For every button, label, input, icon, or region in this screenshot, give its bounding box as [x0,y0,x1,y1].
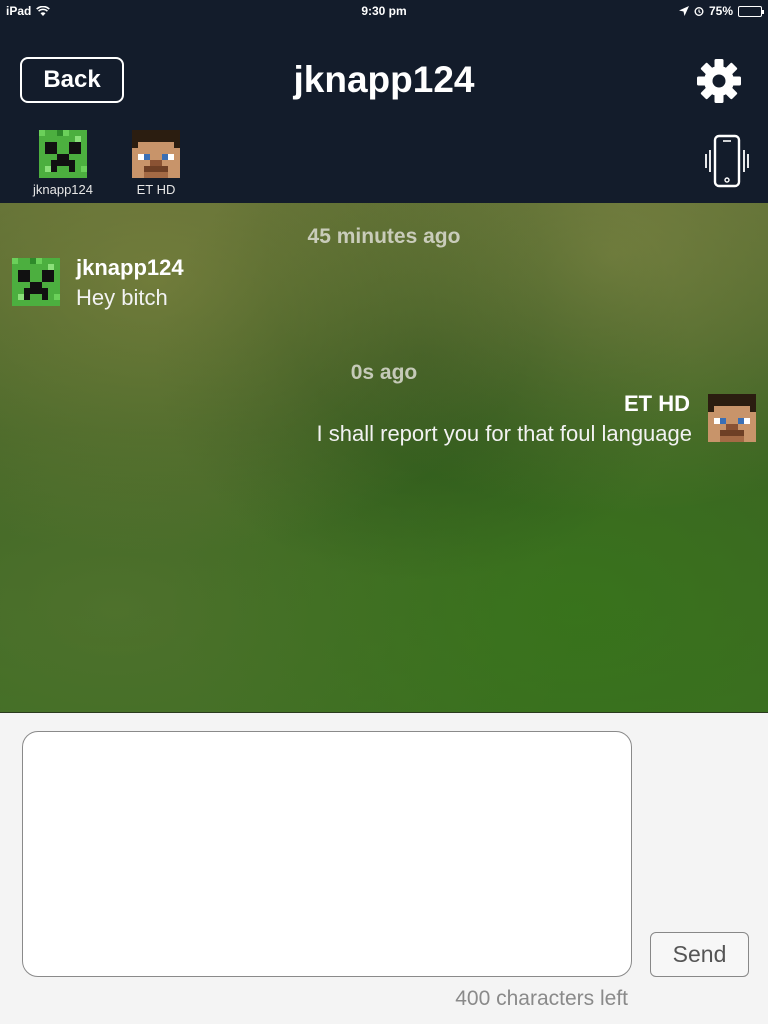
status-time: 9:30 pm [361,4,407,18]
status-bar: iPad 9:30 pm 75% [0,0,768,22]
message-text: Hey bitch [76,285,168,310]
participant-et-hd[interactable]: ET HD [111,130,201,197]
battery-percent: 75% [708,4,733,18]
chat-area[interactable]: 45 minutes ago jknapp124 Hey bitch 0s ag… [0,203,768,713]
alarm-icon [694,7,704,16]
location-arrow-icon [678,6,689,16]
creeper-avatar[interactable] [12,258,60,306]
message-text: I shall report you for that foul languag… [316,421,692,446]
message-timestamp: 0s ago [350,361,418,384]
send-button[interactable]: Send [650,932,749,977]
participant-name: jknapp124 [33,182,93,197]
participant-name: ET HD [136,182,176,197]
header: iPad 9:30 pm 75% Back jknapp124 jknapp12… [0,0,768,203]
page-title: jknapp124 [293,59,475,100]
message-input[interactable] [22,731,632,977]
creeper-avatar [39,130,87,178]
steve-avatar [132,130,180,178]
battery-icon [738,5,764,17]
participant-jknapp124[interactable]: jknapp124 [18,130,108,197]
steve-avatar[interactable] [708,394,756,442]
message-sender: ET HD [624,391,690,416]
characters-left-counter: 400 characters left [455,987,628,1010]
message-timestamp: 45 minutes ago [307,225,461,248]
message-sender: jknapp124 [76,255,184,280]
phone-vibrate-icon[interactable] [704,134,750,190]
gear-icon[interactable] [696,58,742,104]
compose-area: Send 400 characters left [0,713,768,1024]
